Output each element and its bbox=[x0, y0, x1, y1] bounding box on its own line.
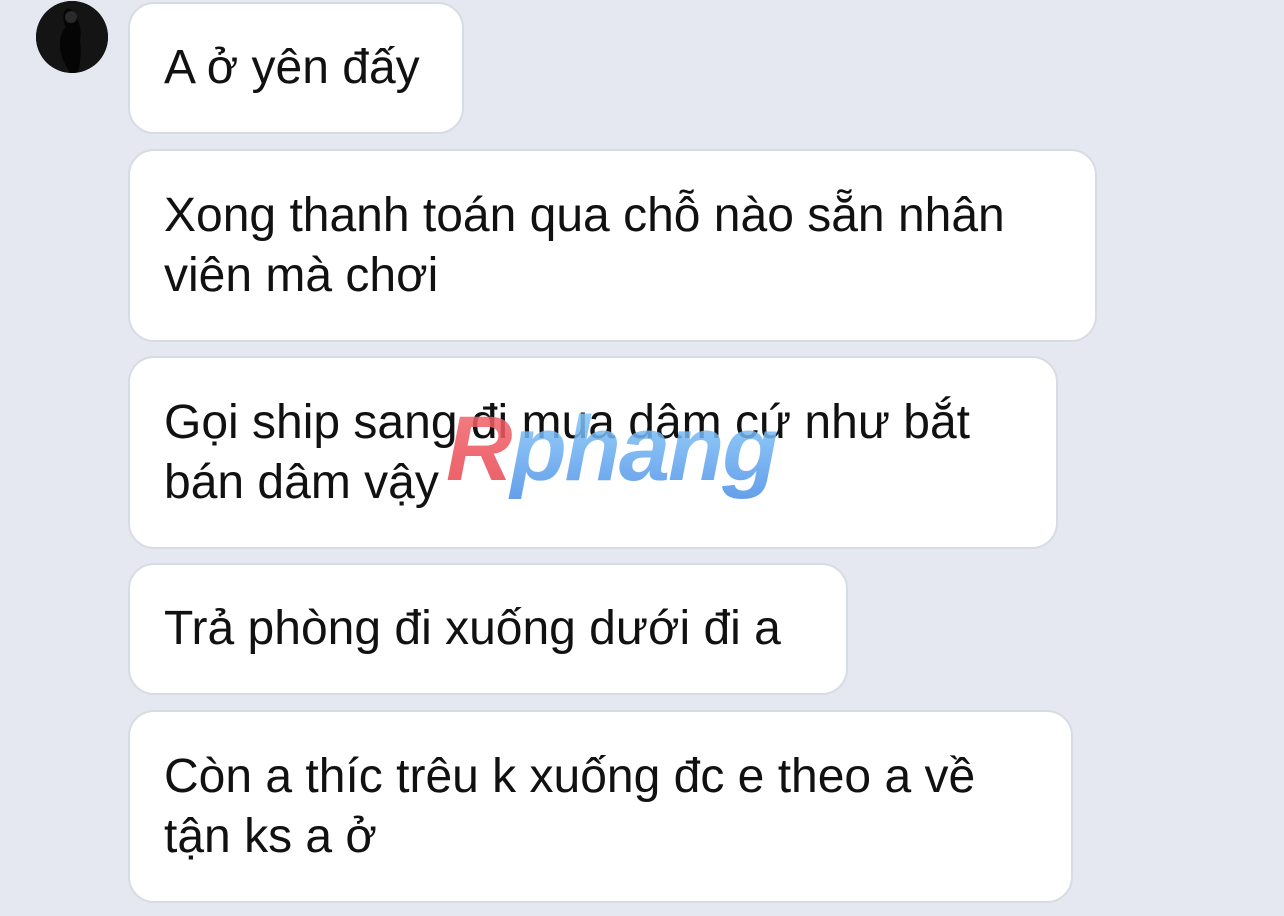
message-bubble[interactable]: Gọi ship sang đi mua dâm cứ như bắt bán … bbox=[128, 356, 1058, 549]
sender-avatar[interactable] bbox=[36, 1, 108, 73]
message-bubble[interactable]: Xong thanh toán qua chỗ nào sẵn nhân viê… bbox=[128, 149, 1097, 342]
message-text: A ở yên đấy bbox=[164, 41, 420, 94]
message-bubble[interactable]: Còn a thíc trêu k xuống đc e theo a về t… bbox=[128, 710, 1073, 903]
message-text: Còn a thíc trêu k xuống đc e theo a về t… bbox=[164, 749, 976, 863]
message-bubble[interactable]: A ở yên đấy bbox=[128, 2, 464, 134]
message-text: Xong thanh toán qua chỗ nào sẵn nhân viê… bbox=[164, 188, 1005, 302]
message-text: Trả phòng đi xuống dưới đi a bbox=[164, 602, 781, 655]
avatar-icon bbox=[36, 1, 108, 73]
message-bubble[interactable]: Trả phòng đi xuống dưới đi a bbox=[128, 563, 848, 695]
message-text: Gọi ship sang đi mua dâm cứ như bắt bán … bbox=[164, 395, 971, 509]
